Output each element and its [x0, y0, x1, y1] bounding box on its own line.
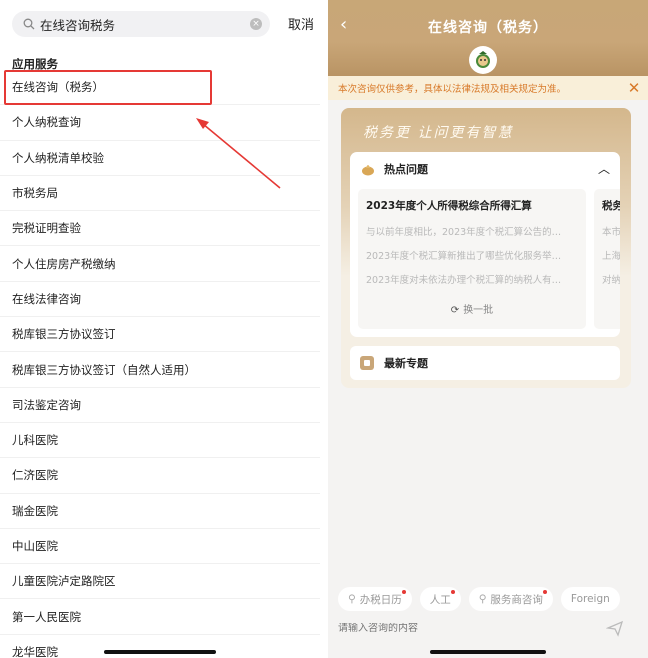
search-query-text: 在线咨询税务	[40, 17, 116, 33]
home-indicator	[104, 650, 216, 654]
result-item[interactable]: 司法鉴定咨询	[0, 388, 320, 423]
home-indicator	[430, 650, 546, 654]
chip-service-provider[interactable]: ⚲ 服务商咨询	[468, 587, 553, 611]
latest-topics-card[interactable]: 最新专题	[350, 346, 620, 380]
refresh-icon: ⟳	[450, 305, 460, 316]
flame-icon	[360, 161, 376, 177]
hot-questions-title: 热点问题	[384, 162, 428, 176]
question-item[interactable]: 本市	[602, 224, 620, 238]
notice-bar: 本次咨询仅供参考，具体以法律法规及相关规定为准。 ✕	[328, 76, 648, 100]
question-item[interactable]: 上海	[602, 248, 620, 262]
chip-human-agent[interactable]: 人工	[419, 587, 461, 611]
result-item[interactable]: 瑞金医院	[0, 494, 320, 529]
question-item[interactable]: 2023年度对未依法办理个税汇算的纳税人有…	[366, 272, 581, 286]
latest-topics-title: 最新专题	[384, 357, 428, 370]
page-title: 在线咨询（税务）	[428, 20, 548, 36]
question-group-title: 税务	[602, 200, 620, 212]
message-input-row	[338, 614, 628, 642]
quick-chips: ⚲ 办税日历 人工 ⚲ 服务商咨询 Foreign	[328, 586, 648, 612]
result-item[interactable]: 中山医院	[0, 529, 320, 565]
question-group-title: 2023年度个人所得税综合所得汇算	[366, 200, 532, 212]
hot-questions-header[interactable]: 热点问题 ︿	[350, 152, 620, 185]
result-item-online-tax-consult[interactable]: 在线咨询（税务）	[0, 70, 320, 106]
question-item[interactable]: 与以前年度相比，2023年度个税汇算公告的…	[366, 224, 581, 238]
result-item[interactable]: 完税证明查验	[0, 211, 320, 247]
refresh-label: 换一批	[463, 305, 494, 316]
chip-label: 人工	[429, 593, 451, 606]
header: ‹ 在线咨询（税务）	[328, 0, 648, 76]
close-icon[interactable]: ✕	[624, 79, 644, 97]
search-icon	[18, 18, 40, 30]
result-item[interactable]: 儿科医院	[0, 423, 320, 459]
link-icon: ⚲	[348, 593, 356, 605]
cancel-button[interactable]: 取消	[288, 14, 314, 33]
notice-text: 本次咨询仅供参考，具体以法律法规及相关规定为准。	[338, 84, 567, 95]
result-item[interactable]: 个人纳税清单校验	[0, 141, 320, 176]
question-panel-next: 税务 本市 上海 对纳	[594, 189, 620, 329]
refresh-button[interactable]: ⟳ 换一批	[358, 301, 586, 316]
result-item[interactable]: 在线法律咨询	[0, 282, 320, 318]
slogan: 税务更 让问更有智慧	[363, 125, 514, 141]
new-dot	[542, 590, 547, 594]
result-item[interactable]: 儿童医院泸定路院区	[0, 564, 320, 600]
question-panel: 2023年度个人所得税综合所得汇算 与以前年度相比，2023年度个税汇算公告的……	[358, 189, 586, 329]
result-list: 在线咨询（税务） 个人纳税查询 个人纳税清单校验 市税务局 完税证明查验 个人住…	[0, 70, 320, 658]
new-dot	[401, 590, 406, 594]
chip-tax-calendar[interactable]: ⚲ 办税日历	[338, 587, 412, 611]
topic-icon	[360, 356, 374, 370]
chevron-up-icon[interactable]: ︿	[598, 160, 620, 177]
search-input[interactable]: 在线咨询税务 ×	[12, 11, 270, 37]
result-item[interactable]: 税库银三方协议签订（自然人适用）	[0, 352, 320, 388]
link-icon: ⚲	[478, 593, 487, 605]
result-item[interactable]: 税库银三方协议签订	[0, 317, 320, 353]
result-item[interactable]: 市税务局	[0, 176, 320, 212]
search-results-screen: 在线咨询税务 × 取消 应用服务 在线咨询（税务） 个人纳税查询 个人纳税清单校…	[0, 0, 320, 658]
result-item[interactable]: 第一人民医院	[0, 599, 320, 635]
result-item[interactable]: 个人纳税查询	[0, 105, 320, 141]
message-input[interactable]	[338, 622, 606, 634]
question-item[interactable]: 2023年度个税汇算新推出了哪些优化服务举…	[366, 248, 581, 262]
result-item[interactable]: 龙华医院	[0, 635, 320, 658]
mascot-icon	[469, 46, 497, 74]
new-dot	[450, 590, 455, 594]
chip-foreign[interactable]: Foreign	[560, 587, 620, 611]
question-item[interactable]: 对纳	[602, 272, 620, 286]
hot-questions-card: 热点问题 ︿ 2023年度个人所得税综合所得汇算 与以前年度相比，2023年度个…	[350, 152, 620, 337]
chip-label: 办税日历	[359, 593, 402, 606]
result-item[interactable]: 仁济医院	[0, 458, 320, 494]
chip-label: Foreign	[570, 593, 610, 605]
chip-label: 服务商咨询	[490, 593, 543, 606]
clear-icon[interactable]: ×	[250, 18, 262, 30]
chat-screen: ‹ 在线咨询（税务） 本次咨询仅供参考，具体以法律法规及相关规定为准。 ✕ 税务…	[328, 0, 648, 658]
result-item[interactable]: 个人住房房产税缴纳	[0, 246, 320, 282]
send-icon[interactable]	[605, 619, 624, 637]
